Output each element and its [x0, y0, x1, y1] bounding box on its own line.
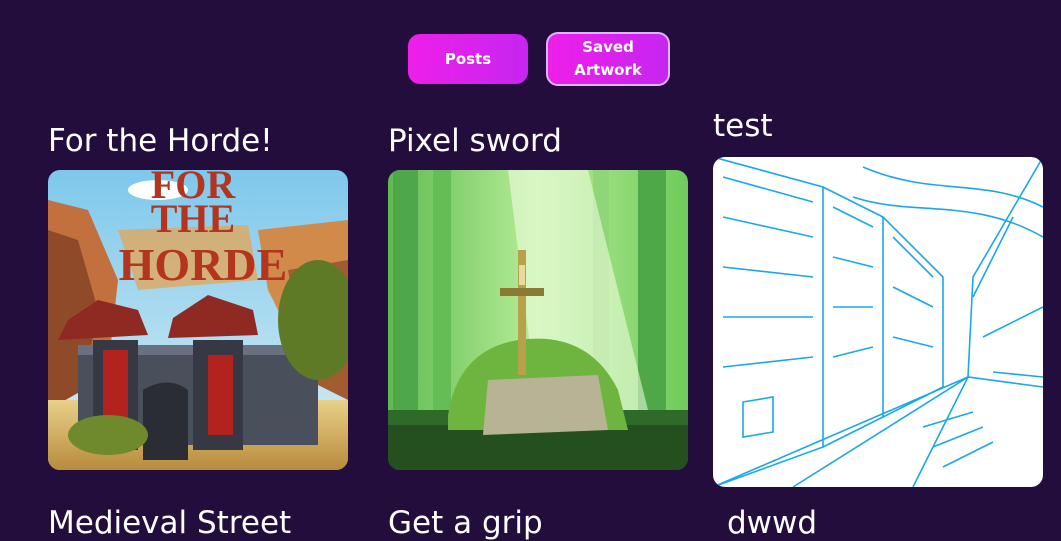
- horde-image-text-3: HORDE: [119, 239, 288, 290]
- tab-posts[interactable]: Posts: [408, 34, 528, 84]
- artwork-title: For the Horde!: [48, 123, 273, 159]
- tab-saved-artwork-label: Saved Artwork: [574, 38, 642, 79]
- horde-image-text-2: THE: [151, 196, 235, 241]
- artwork-title: Medieval Street: [48, 505, 292, 541]
- artwork-image[interactable]: FOR THE HORDE: [48, 170, 348, 470]
- artwork-image[interactable]: [388, 170, 688, 470]
- artwork-title: Get a grip: [388, 505, 543, 541]
- artwork-title: dwwd: [727, 505, 818, 541]
- tab-saved-artwork[interactable]: Saved Artwork: [546, 32, 670, 86]
- artwork-title: Pixel sword: [388, 123, 562, 159]
- tab-bar: Posts Saved Artwork: [0, 0, 1061, 100]
- artwork-title: test: [713, 108, 773, 144]
- tab-posts-label: Posts: [444, 49, 492, 68]
- artwork-image[interactable]: [713, 157, 1043, 487]
